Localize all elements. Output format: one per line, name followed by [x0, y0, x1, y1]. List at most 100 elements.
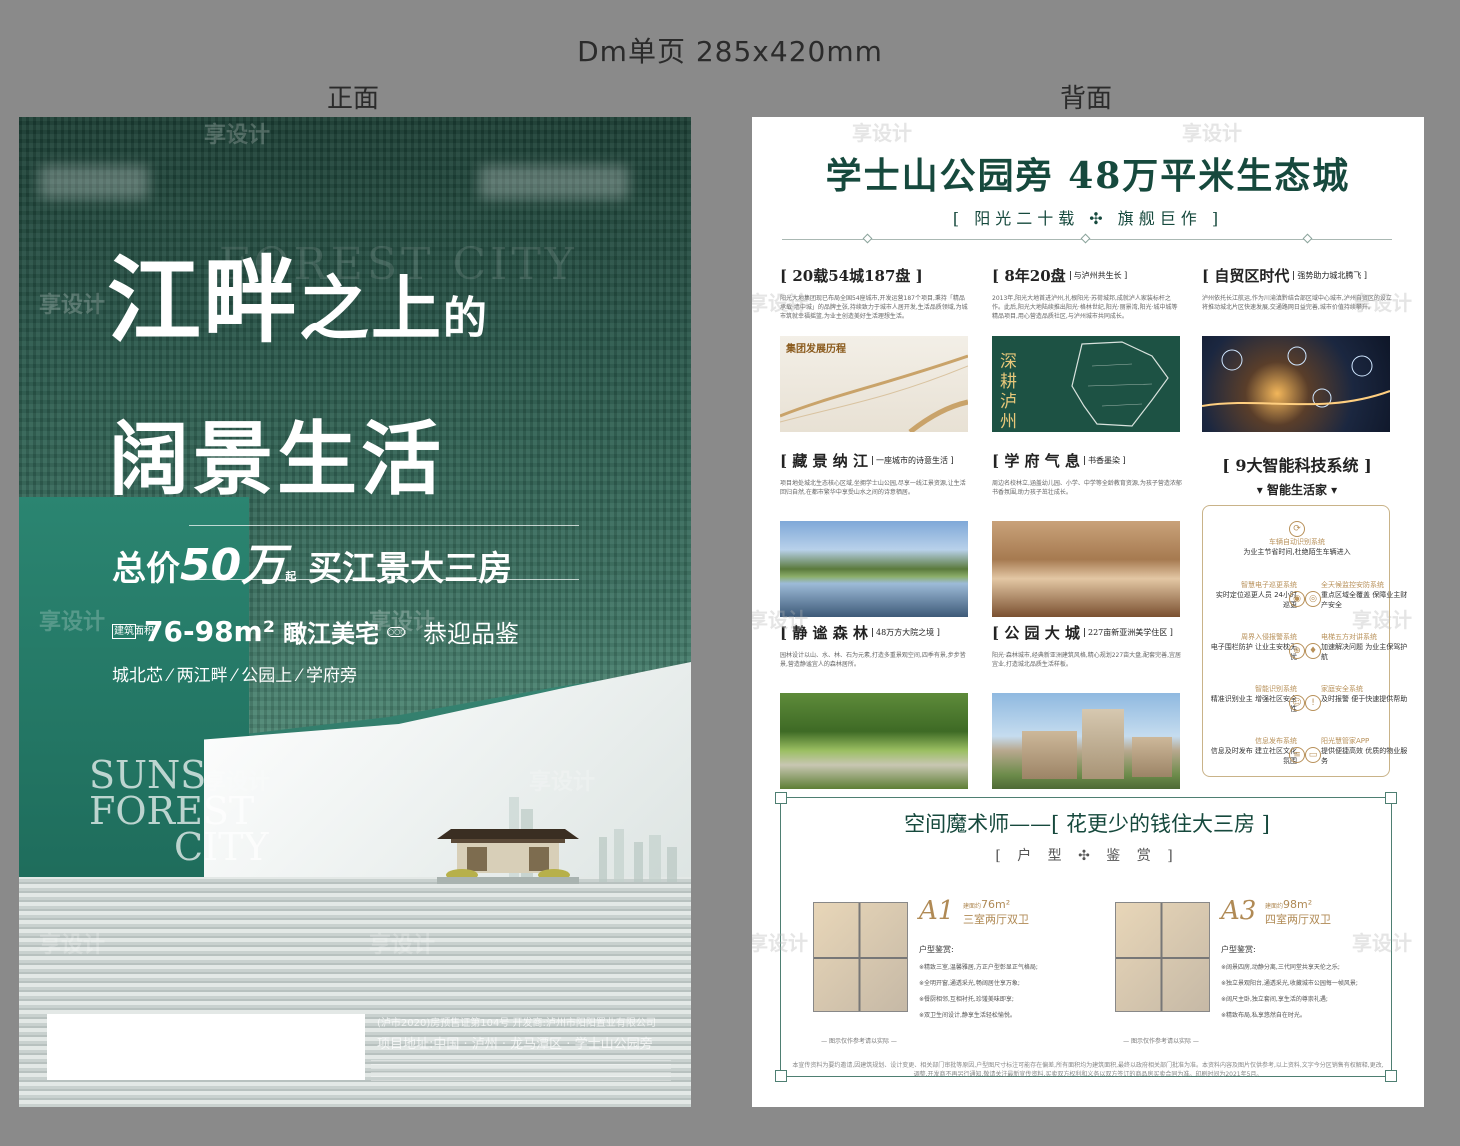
- front-label: 正面: [327, 84, 380, 114]
- front-panel: FOREST CITY 江畔之上的 阔景生活 总价50万起 买江景大三房 建筑面…: [19, 117, 691, 1107]
- divider-ornament: [1302, 233, 1313, 244]
- floor-plan-box: 空间魔术师——[ 花更少的钱住大三房 ] [ 户 型 ✣ 鉴 赏 ] — 图示仅…: [775, 792, 1397, 1082]
- floor-plan-a3: [1115, 902, 1210, 1012]
- section-title: [ 自贸区时代: [1202, 267, 1290, 285]
- section-title: [ 公 园 大 城: [992, 624, 1080, 642]
- divider-ornament: [1080, 233, 1091, 244]
- smart-item: 阳光慧管家APP 提供便捷高效 优质的物业服务: [1321, 736, 1409, 766]
- watermark: 享设计: [752, 931, 808, 955]
- front-footer: (泸市2020)房预售证第104号 开发商:泸州市阳阳置业有限公司 项目地址:中…: [377, 1014, 656, 1052]
- luzhou-map-image: 深耕泸州八年: [992, 336, 1180, 432]
- unit-code: A1: [919, 896, 955, 926]
- smart-item-title: 家庭安全系统: [1321, 685, 1363, 693]
- section-heading: [ 藏 景 纳 江一座城市的诗意生活 ]: [780, 450, 970, 471]
- unit-area: 建面约76m² 三室两厅双卫: [963, 898, 1029, 926]
- unit-area: 建面约98m² 四室两厅双卫: [1265, 898, 1331, 926]
- address-text: 项目地址:中国 · 泸州 · 龙马潭区 · 学士山公园旁: [377, 1037, 653, 1052]
- location-tags: 城北芯 ⁄ 两江畔 ⁄ 公园上 ⁄ 学府旁: [112, 666, 357, 686]
- section-school: [ 学 府 气 息书香墨染 ] 周边名校林立,涵盖幼儿园、小学、中学等全龄教育资…: [992, 450, 1182, 617]
- back-title: 学士山公园旁 48万平米生态城: [825, 155, 1351, 197]
- disclaimer: 本宣传资料为要约邀请,因建筑规划、设计变更、相关部门审批等原因,户型图尺寸标注可…: [792, 1062, 1384, 1078]
- price-line: 总价50万起 买江景大三房: [112, 529, 512, 593]
- network-overlay: [1202, 346, 1390, 408]
- license-text: (泸市2020)房预售证第104号 开发商:泸州市阳阳置业有限公司: [377, 1018, 656, 1029]
- elevator-icon: ♦: [1305, 643, 1321, 659]
- watermark: 享设计: [752, 291, 808, 315]
- watermark: 享设计: [39, 933, 106, 958]
- smart-item-desc: 提供便捷高效 优质的物业服务: [1321, 747, 1408, 765]
- section-subtitle: 48万方大院之境 ]: [872, 628, 940, 637]
- price-suffix: 起: [285, 570, 297, 583]
- area-welcome: 恭迎品鉴: [423, 620, 519, 648]
- park-image: [780, 693, 968, 789]
- smart-item: 电梯五方对讲系统加速解决问题 为业主保驾护航: [1321, 632, 1409, 662]
- unit-feature: ※精致布局,私享悠然自在时光。: [1221, 1012, 1306, 1019]
- unit-feature: ※全明开窗,通透采光,畅阔居住享万象;: [919, 980, 1020, 987]
- watermark: 享设计: [1352, 608, 1412, 632]
- towers-image: [992, 693, 1180, 789]
- back-subtitle: [ 阳光二十载 ✣ 旗舰巨作 ]: [952, 209, 1224, 228]
- section-title: [ 学 府 气 息: [992, 452, 1080, 470]
- building: [1082, 709, 1124, 779]
- smart-systems-subtitle: ▾ 智能生活家 ▾: [1256, 483, 1338, 497]
- unit-feature: ※阔尺主卧,独立套间,享生活的尊崇礼遇;: [1221, 996, 1328, 1003]
- section-title: [ 藏 景 纳 江: [780, 452, 868, 470]
- price-value: 50万: [180, 540, 286, 591]
- smart-item: 家庭安全系统 及时报警 便于快速提供帮助: [1321, 684, 1409, 704]
- timeline-image: 集团发展历程: [780, 336, 968, 432]
- smart-item-title: 车辆自动识别系统: [1269, 538, 1325, 546]
- smart-item-title: 电梯五方对讲系统: [1321, 633, 1377, 641]
- logo-placeholder-box: [47, 1014, 365, 1080]
- smart-systems-title: [ 9大智能科技系统 ]: [1222, 456, 1372, 475]
- section-body: 周边名校林立,涵盖幼儿园、小学、中学等全龄教育资源,为孩子营造浓郁书香氛围,助力…: [992, 480, 1182, 496]
- map-outline: [1071, 341, 1169, 427]
- section-heading: [ 静 谧 森 林 48万方大院之境 ]: [780, 622, 970, 643]
- unit-feature: ※阔景四房,动静分离,三代同堂共享天伦之乐;: [1221, 964, 1340, 971]
- unit-feature: ※独立景观阳台,通透采光,收藏城市公园每一帧风景;: [1221, 980, 1358, 987]
- classroom-image: [992, 521, 1180, 617]
- smart-center-item: ⟳ 车辆自动识别系统 为业主节省时间,杜绝陌生车辆进入: [1203, 516, 1391, 557]
- area-desc: 瞰江美宅: [283, 620, 379, 648]
- section-body: 阳光·森林城市,经典新亚洲建筑风格,精心规划227亩大盘,配套完善,宜居宜业,打…: [992, 652, 1181, 668]
- unit-code: A3: [1221, 896, 1257, 926]
- section-subtitle: 书香墨染 ]: [1084, 456, 1126, 465]
- smart-icon-row: ◎: [1299, 586, 1327, 607]
- section-body: 阳光大地集团现已布局全国54座城市,开发运营187个项目,秉持「精品承载·墙中城…: [780, 295, 968, 320]
- floor-plan-subtitle: [ 户 型 ✣ 鉴 赏 ]: [995, 848, 1179, 864]
- back-label: 背面: [1060, 84, 1113, 114]
- watermark: 享设计: [852, 121, 912, 145]
- camera-icon: ◎: [1305, 591, 1321, 607]
- watermark: 享设计: [369, 610, 436, 635]
- smart-icon-row: ▭: [1299, 742, 1327, 763]
- section-body: 项目地处城北生态核心区域,坐拥学士山公园,尽享一线江景资源,让生活回归自然,在都…: [780, 480, 966, 496]
- section-heading: [ 8年20盘 与泸州共生长 ]: [992, 265, 1182, 286]
- watermark: 享设计: [369, 933, 436, 958]
- section-subtitle: 227亩新亚洲美学住区 ]: [1084, 628, 1173, 637]
- watermark: 享设计: [204, 770, 271, 795]
- price-rule-bottom: [189, 579, 579, 580]
- smart-item-desc: 加速解决问题 为业主保驾护航: [1321, 643, 1408, 661]
- blurred-logo-left: [39, 165, 149, 199]
- top-title: Dm单页 285x420mm: [577, 35, 883, 68]
- alarm-icon: !: [1305, 695, 1321, 711]
- smart-item-desc: 为业主节省时间,杜绝陌生车辆进入: [1243, 548, 1351, 556]
- floor-plan-title: 空间魔术师——[ 花更少的钱住大三房 ]: [904, 812, 1270, 836]
- area-value: 76-98m²: [144, 615, 275, 648]
- river-image: [780, 521, 968, 617]
- price-rule-top: [189, 525, 579, 526]
- watermark: 享设计: [1182, 121, 1242, 145]
- watermark: 享设计: [39, 293, 106, 318]
- price-prefix: 总价: [112, 549, 180, 589]
- building: [1022, 731, 1077, 779]
- headline-line-2: 阔景生活: [109, 412, 445, 506]
- unit-area-label: 建面约: [963, 903, 982, 910]
- blurred-logo-right: [479, 165, 629, 199]
- plan-caption: — 图示仅作参考请以实际 —: [1123, 1038, 1199, 1045]
- section-forest: [ 静 谧 森 林 48万方大院之境 ] 园林设计以山、水、林、石为元素,打造多重…: [780, 622, 970, 789]
- back-panel: 学士山公园旁 48万平米生态城 [ 阳光二十载 ✣ 旗舰巨作 ] [ 20载54…: [752, 117, 1424, 1107]
- section-heading: [ 20载54城187盘 ]: [780, 265, 970, 286]
- ghost-line-2: FOREST: [89, 789, 255, 833]
- watermark: 享设计: [752, 608, 808, 632]
- unit-feature: ※餐厨相邻,互相衬托,珍馐美味即享;: [919, 996, 1014, 1003]
- smart-icon-row: ♦: [1299, 638, 1327, 659]
